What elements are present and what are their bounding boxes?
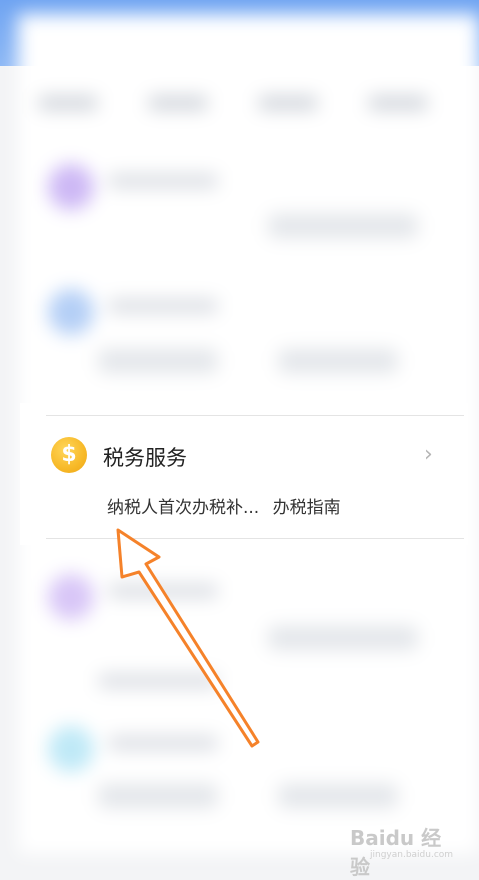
arrow-shape <box>116 528 260 748</box>
watermark-url: jingyan.baidu.com <box>370 850 454 860</box>
annotation-arrow <box>116 528 260 748</box>
watermark: Baidu 经验 jingyan.baidu.com <box>330 818 460 879</box>
